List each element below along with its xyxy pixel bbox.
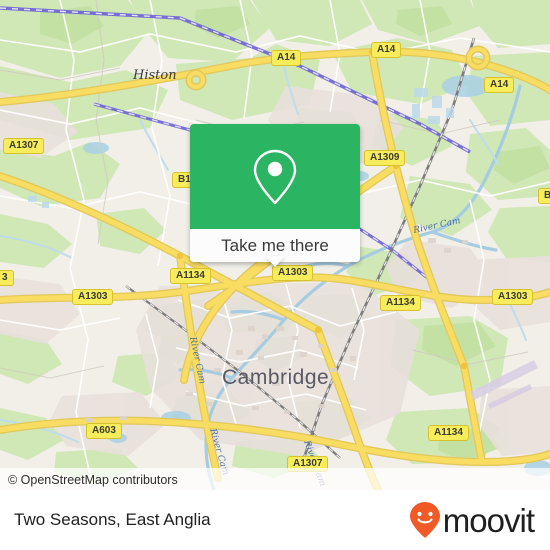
road-shield-b-edge: B bbox=[538, 188, 550, 204]
app-screen: Histon Cambridge River Cam River Cam Riv… bbox=[0, 0, 550, 550]
road-shield-a1307-1: A1307 bbox=[3, 138, 45, 154]
road-shield-a14-1: A14 bbox=[271, 50, 302, 66]
road-shield-a14-2: A14 bbox=[371, 42, 402, 58]
moovit-logo[interactable]: moovit bbox=[409, 501, 535, 539]
moovit-wordmark: moovit bbox=[442, 501, 535, 539]
road-shield-a1134-3: A1134 bbox=[428, 425, 469, 441]
bottom-bar: Two Seasons, East Anglia moovit bbox=[0, 490, 550, 550]
location-pin-icon bbox=[253, 149, 297, 204]
road-shield-a1309: A1309 bbox=[364, 150, 406, 166]
osm-attribution[interactable]: © OpenStreetMap contributors bbox=[8, 473, 178, 487]
take-me-there-label: Take me there bbox=[221, 235, 329, 255]
road-shield-a1134-1: A1134 bbox=[170, 268, 211, 284]
road-shield-a14-3: A14 bbox=[484, 77, 515, 93]
card-pointer-tail bbox=[265, 256, 285, 267]
road-shield-a603: A603 bbox=[86, 423, 122, 439]
road-shield-a1303-3: A1303 bbox=[492, 289, 534, 305]
road-shield-a1134-2: A1134 bbox=[380, 295, 421, 311]
road-shield-a1303-1: A1303 bbox=[272, 265, 314, 281]
place-title: Two Seasons, East Anglia bbox=[14, 510, 211, 529]
location-callout-card[interactable]: Take me there bbox=[190, 124, 360, 262]
card-image-area bbox=[190, 124, 360, 229]
road-shield-a1303-2: A1303 bbox=[72, 289, 114, 305]
moovit-smile-pin-icon bbox=[409, 502, 440, 538]
road-shield-edge-3: 3 bbox=[0, 270, 14, 286]
